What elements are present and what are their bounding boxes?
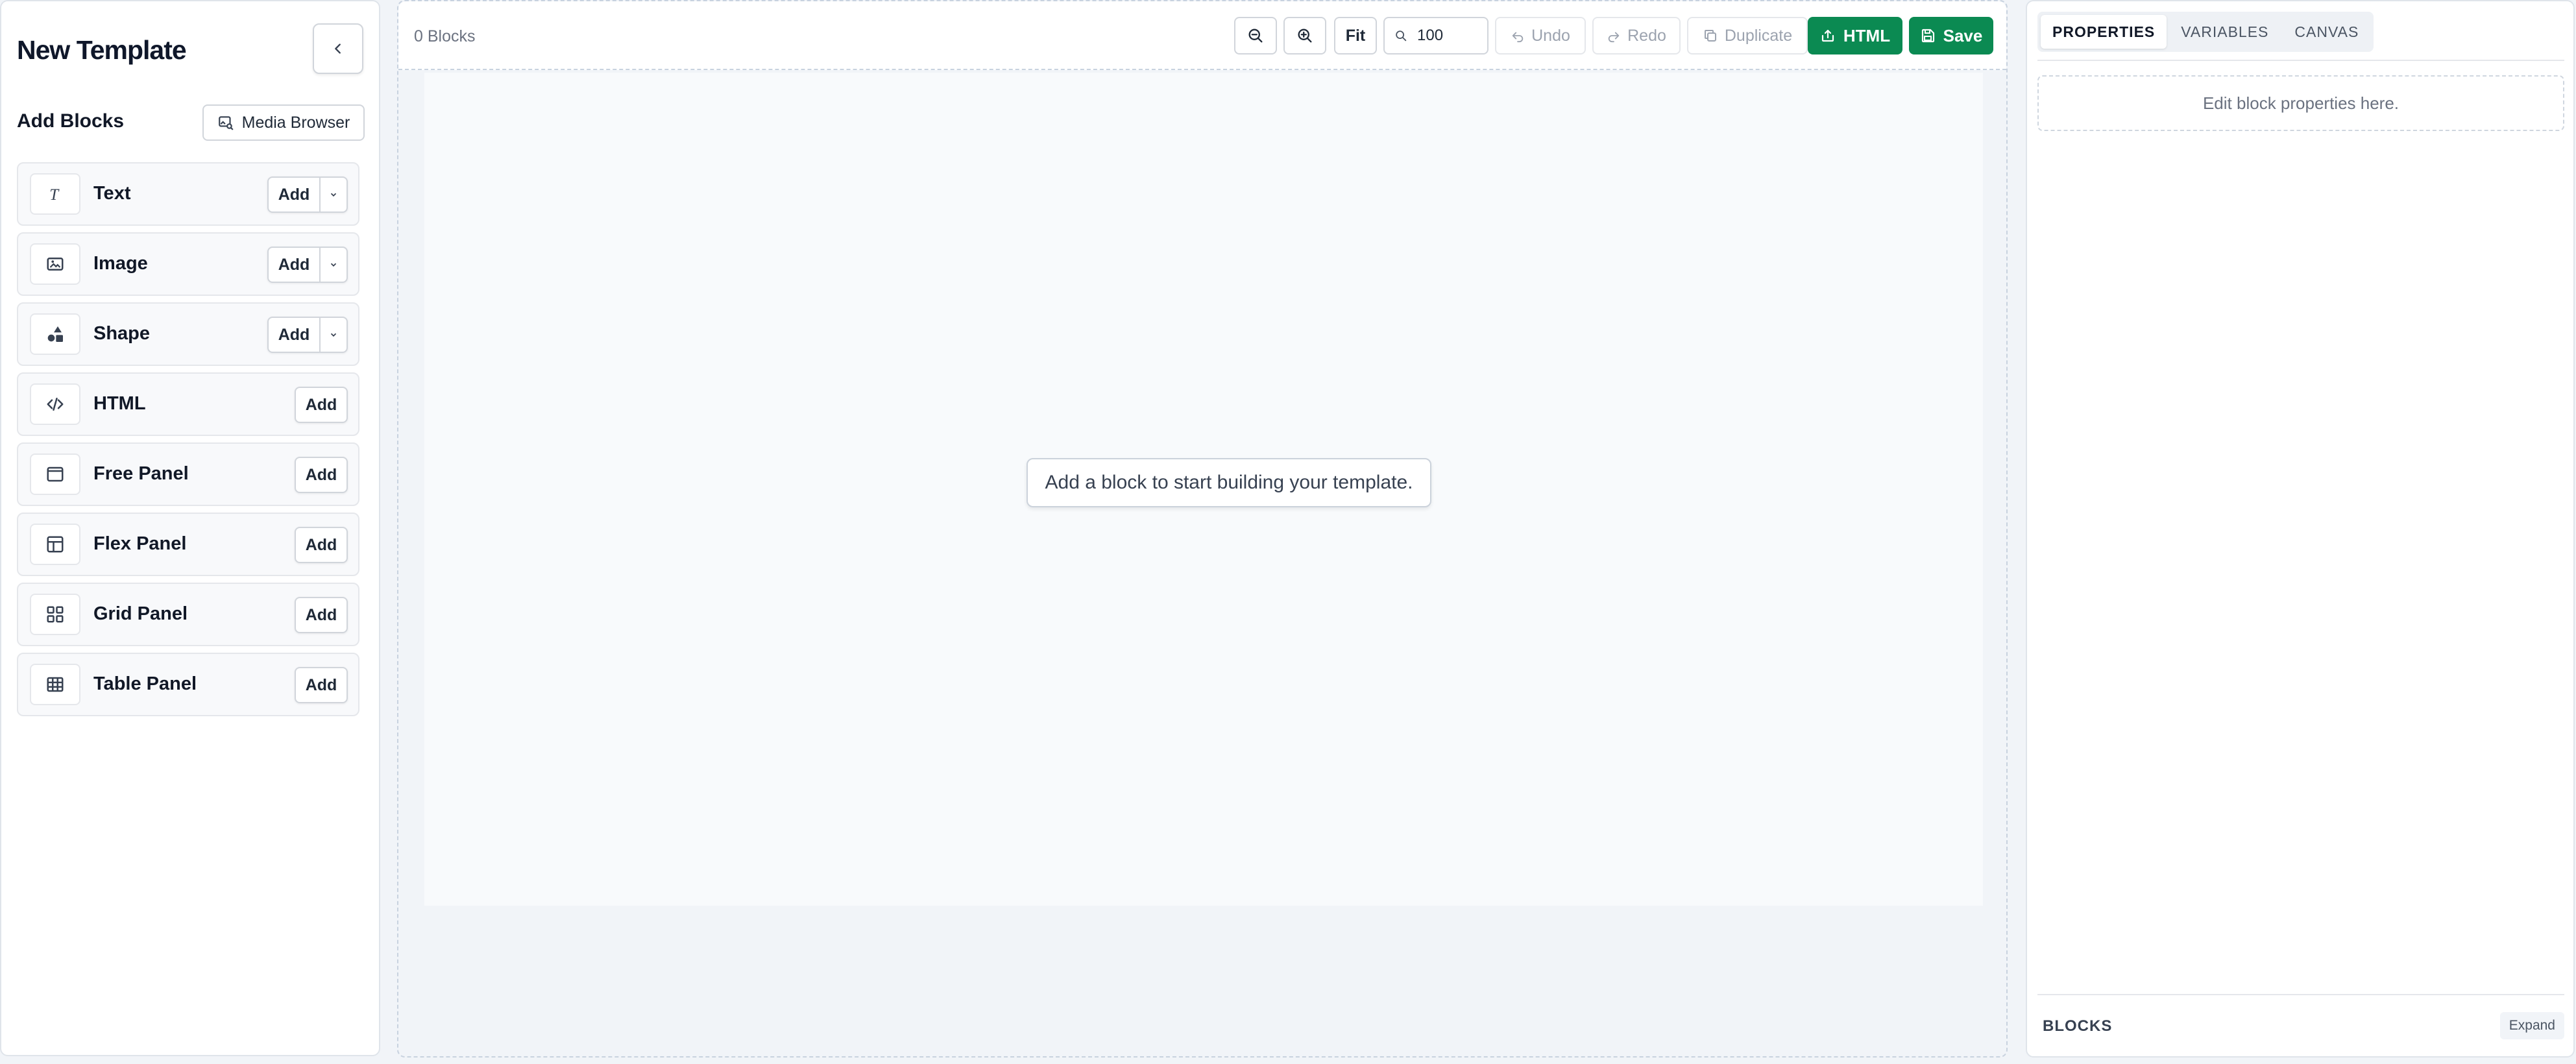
block-label: Text: [93, 183, 131, 204]
inspector-panel: PROPERTIES VARIABLES CANVAS Edit block p…: [2026, 0, 2575, 1058]
editor-toolbar: 0 Blocks Fit 100 Undo Redo Duplicate HTM…: [398, 1, 2006, 70]
add-text-group: Add: [267, 176, 348, 213]
tab-variables[interactable]: VARIABLES: [2169, 15, 2280, 49]
block-label: Grid Panel: [93, 603, 188, 624]
block-item-text: T Text Add: [17, 162, 359, 226]
inspector-tabs: PROPERTIES VARIABLES CANVAS: [2037, 12, 2374, 52]
expand-button[interactable]: Expand: [2499, 1012, 2564, 1039]
block-item-table-panel: Table Panel Add: [17, 653, 359, 716]
svg-text:T: T: [49, 186, 60, 204]
block-label: Free Panel: [93, 463, 189, 484]
block-item-image: Image Add: [17, 232, 359, 296]
chevron-down-icon: [329, 260, 338, 269]
add-shape-dropdown[interactable]: [319, 318, 346, 352]
zoom-in-icon: [1296, 27, 1314, 45]
image-search-icon: [217, 114, 234, 131]
zoom-field: [1383, 17, 1488, 54]
block-label: Shape: [93, 323, 151, 344]
canvas-area: 0 Blocks Fit 100 Undo Redo Duplicate HTM…: [397, 0, 2008, 1058]
save-label: Save: [1943, 25, 1983, 45]
code-icon: [30, 383, 80, 425]
add-blocks-heading: Add Blocks: [17, 110, 125, 132]
add-flex-panel-group: Add: [295, 527, 348, 563]
layout-icon: [30, 524, 80, 565]
redo-button[interactable]: Redo: [1592, 17, 1681, 54]
zoom-out-button[interactable]: [1234, 17, 1277, 54]
block-label: Flex Panel: [93, 533, 187, 554]
block-label: Image: [93, 253, 148, 274]
chevron-down-icon: [329, 190, 338, 199]
block-types-list: T Text Add Image Add Shape Add HTML Add …: [17, 162, 359, 723]
blocks-heading: BLOCKS: [2043, 1017, 2113, 1035]
duplicate-button[interactable]: Duplicate: [1687, 17, 1808, 54]
add-free-panel-button[interactable]: Add: [296, 458, 346, 492]
grid-icon: [30, 594, 80, 635]
add-image-button[interactable]: Add: [269, 248, 319, 282]
save-button[interactable]: Save: [1909, 17, 1993, 54]
properties-placeholder: Edit block properties here.: [2037, 75, 2564, 131]
add-grid-panel-group: Add: [295, 597, 348, 633]
add-table-panel-button[interactable]: Add: [296, 668, 346, 702]
add-text-button[interactable]: Add: [269, 178, 319, 212]
add-text-dropdown[interactable]: [319, 178, 346, 212]
add-flex-panel-button[interactable]: Add: [296, 528, 346, 562]
template-editor: New Template Add Blocks Media Browser T …: [0, 0, 2576, 1064]
template-artboard[interactable]: Add a block to start building your templ…: [424, 73, 1983, 906]
add-shape-group: Add: [267, 317, 348, 353]
collapse-sidebar-button[interactable]: [313, 23, 363, 74]
zoom-input[interactable]: [1417, 27, 1482, 45]
page-title: New Template: [17, 35, 187, 65]
block-item-html: HTML Add: [17, 372, 359, 436]
redo-label: Redo: [1627, 26, 1666, 45]
undo-label: Undo: [1531, 26, 1570, 45]
blocks-sidebar: New Template Add Blocks Media Browser T …: [0, 0, 380, 1056]
add-shape-button[interactable]: Add: [269, 318, 319, 352]
add-html-group: Add: [295, 387, 348, 423]
undo-button[interactable]: Undo: [1495, 17, 1586, 54]
blocks-tree-section: BLOCKS Expand: [2037, 994, 2564, 1056]
media-browser-label: Media Browser: [241, 113, 350, 132]
add-grid-panel-button[interactable]: Add: [296, 598, 346, 632]
image-icon: [30, 243, 80, 285]
block-label: HTML: [93, 393, 146, 414]
add-table-panel-group: Add: [295, 667, 348, 703]
divider: [2037, 60, 2564, 61]
duplicate-label: Duplicate: [1724, 26, 1793, 45]
empty-state-message: Add a block to start building your templ…: [1027, 458, 1431, 507]
table-icon: [30, 664, 80, 705]
chevron-down-icon: [329, 330, 338, 339]
fit-button[interactable]: Fit: [1334, 17, 1377, 54]
chevron-left-icon: [331, 42, 345, 56]
add-free-panel-group: Add: [295, 457, 348, 493]
block-item-free-panel: Free Panel Add: [17, 442, 359, 506]
export-html-button[interactable]: HTML: [1808, 17, 1902, 54]
block-item-grid-panel: Grid Panel Add: [17, 583, 359, 646]
shapes-icon: [30, 313, 80, 355]
search-icon: [1385, 29, 1417, 43]
add-image-dropdown[interactable]: [319, 248, 346, 282]
add-image-group: Add: [267, 247, 348, 283]
export-icon: [1820, 28, 1836, 43]
media-browser-button[interactable]: Media Browser: [202, 104, 365, 141]
zoom-out-icon: [1246, 27, 1265, 45]
block-label: Table Panel: [93, 673, 197, 694]
add-html-button[interactable]: Add: [296, 388, 346, 422]
block-count: 0 Blocks: [414, 27, 476, 45]
undo-icon: [1511, 29, 1525, 43]
redo-icon: [1607, 29, 1621, 43]
save-icon: [1920, 28, 1936, 43]
block-item-shape: Shape Add: [17, 302, 359, 366]
block-item-flex-panel: Flex Panel Add: [17, 513, 359, 576]
export-html-label: HTML: [1843, 25, 1891, 45]
duplicate-icon: [1703, 28, 1718, 43]
tab-properties[interactable]: PROPERTIES: [2041, 15, 2167, 49]
zoom-in-button[interactable]: [1283, 17, 1326, 54]
tab-canvas[interactable]: CANVAS: [2283, 15, 2370, 49]
window-icon: [30, 453, 80, 495]
text-icon: T: [30, 173, 80, 215]
